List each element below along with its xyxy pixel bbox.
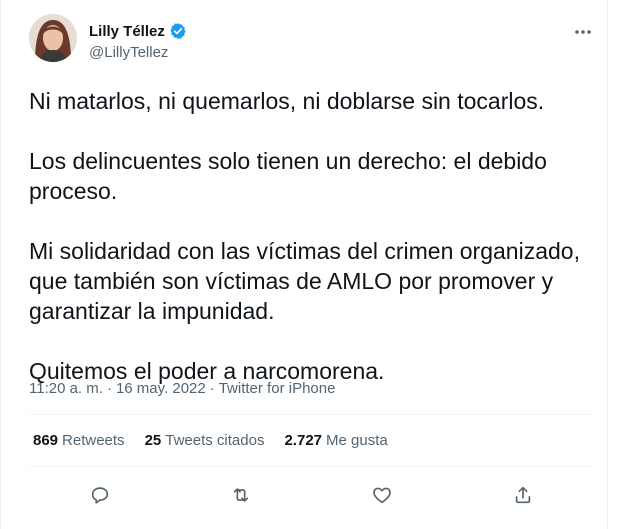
reply-icon (91, 487, 108, 504)
quotes-label: Tweets citados (165, 432, 265, 449)
divider (29, 466, 593, 467)
avatar[interactable] (29, 14, 77, 62)
author-name[interactable]: Lilly Téllez (89, 23, 165, 40)
like-icon (372, 487, 391, 504)
tweet-metadata: 11:20 a. m. · 16 may. 2022 · Twitter for… (29, 380, 335, 397)
share-icon (515, 486, 530, 504)
divider (29, 414, 593, 415)
reply-button[interactable] (83, 478, 117, 512)
likes-label: Me gusta (326, 432, 388, 449)
likes-stat[interactable]: 2.727 Me gusta (284, 432, 387, 449)
tweet-actions (29, 478, 593, 512)
more-options-icon[interactable] (573, 22, 593, 46)
tweet-paragraph: Los delincuentes solo tienen un derecho:… (29, 148, 547, 204)
tweet-card: Lilly Téllez @LillyTellez Ni matarlos, n… (0, 0, 608, 529)
quotes-stat[interactable]: 25 Tweets citados (145, 432, 265, 449)
tweet-time[interactable]: 11:20 a. m. (29, 380, 103, 397)
verified-badge-icon (169, 22, 187, 40)
avatar-image (29, 14, 77, 62)
retweet-button[interactable] (224, 478, 258, 512)
meta-separator: · (209, 380, 215, 397)
tweet-text: Ni matarlos, ni quemarlos, ni doblarse s… (29, 86, 599, 386)
retweets-stat[interactable]: 869 Retweets (33, 432, 125, 449)
quotes-count: 25 (144, 432, 162, 449)
meta-separator: · (106, 380, 112, 397)
tweet-paragraph: Mi solidaridad con las víctimas del crim… (29, 238, 580, 324)
tweet-source[interactable]: Twitter for iPhone (219, 380, 336, 397)
like-button[interactable] (365, 478, 399, 512)
tweet-paragraph: Ni matarlos, ni quemarlos, ni doblarse s… (29, 88, 545, 114)
author-name-row[interactable]: Lilly Téllez (89, 22, 187, 40)
likes-count: 2.727 (284, 432, 323, 449)
tweet-date[interactable]: 16 may. 2022 (116, 380, 206, 397)
tweet-stats: 869 Retweets 25 Tweets citados 2.727 Me gus… (33, 432, 388, 449)
author-handle[interactable]: @LillyTellez (89, 44, 168, 61)
retweet-icon (233, 488, 248, 502)
retweets-label: Retweets (62, 432, 125, 449)
retweets-count: 869 (33, 432, 59, 449)
share-button[interactable] (506, 478, 540, 512)
